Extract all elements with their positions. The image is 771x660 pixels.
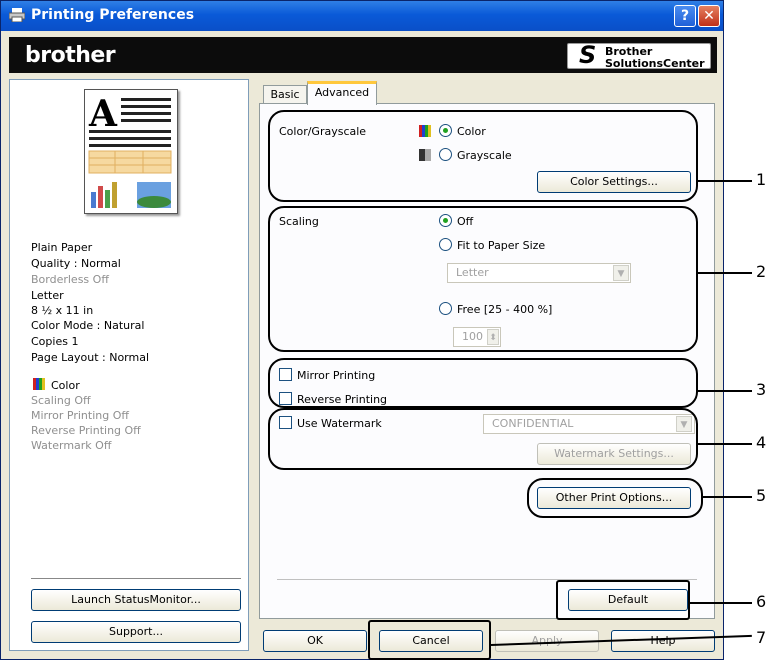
page-preview: A (84, 89, 178, 214)
printer-icon (9, 8, 25, 22)
status-line-2: Reverse Printing Off (31, 424, 141, 437)
callout-ring-3 (268, 358, 698, 408)
help-title-button[interactable]: ? (674, 5, 696, 27)
preview-letter: A (88, 93, 118, 135)
summary-line-4: 8 ½ x 11 in (31, 304, 94, 317)
callout-number-7: 7 (756, 628, 767, 647)
summary-line-0: Plain Paper (31, 241, 93, 254)
callout-number-2: 2 (756, 262, 767, 281)
callout-line-2 (698, 272, 752, 274)
callout-ring-2 (268, 206, 698, 352)
callout-ring-5 (527, 478, 703, 518)
tab-basic[interactable]: Basic (263, 85, 307, 105)
summary-line-6: Copies 1 (31, 335, 79, 348)
preview-graphic: A (88, 93, 172, 208)
status-line-3: Watermark Off (31, 439, 112, 452)
callout-ring-7 (368, 620, 491, 660)
callout-ring-1 (268, 110, 698, 202)
window-title: Printing Preferences (31, 7, 195, 23)
callout-line-4 (698, 443, 752, 445)
solutions-center-icon: S (579, 41, 597, 69)
summary-line-7: Page Layout : Normal (31, 351, 150, 364)
solutions-center-label-2: SolutionsCenter (605, 57, 705, 70)
callout-number-4: 4 (756, 433, 767, 452)
callout-line-1 (698, 180, 752, 182)
summary-line-5: Color Mode : Natural (31, 319, 145, 332)
launch-statusmonitor-button[interactable]: Launch StatusMonitor... (31, 589, 241, 611)
summary-line-3: Letter (31, 289, 64, 302)
callout-line-6 (690, 602, 752, 604)
ok-button[interactable]: OK (263, 630, 367, 652)
callout-number-1: 1 (756, 170, 767, 189)
title-bar[interactable]: Printing Preferences ? ✕ (1, 1, 723, 31)
callout-number-5: 5 (756, 486, 767, 505)
summary-line-2: Borderless Off (31, 273, 109, 286)
callout-ring-4 (268, 408, 698, 470)
brother-logo: brother (25, 43, 116, 68)
callout-number-6: 6 (756, 592, 767, 611)
callout-number-3: 3 (756, 380, 767, 399)
left-separator (31, 578, 241, 579)
tab-advanced[interactable]: Advanced (307, 81, 377, 105)
callout-ring-6 (556, 580, 690, 620)
callout-line-3 (698, 390, 752, 392)
color-mode-label: Color (51, 379, 80, 392)
callout-line-5 (703, 496, 752, 498)
status-line-1: Mirror Printing Off (31, 409, 129, 422)
close-title-button[interactable]: ✕ (698, 5, 720, 27)
summary-line-1: Quality : Normal (31, 257, 121, 270)
color-mode-icon (33, 378, 45, 390)
support-button[interactable]: Support... (31, 621, 241, 643)
status-line-0: Scaling Off (31, 394, 91, 407)
